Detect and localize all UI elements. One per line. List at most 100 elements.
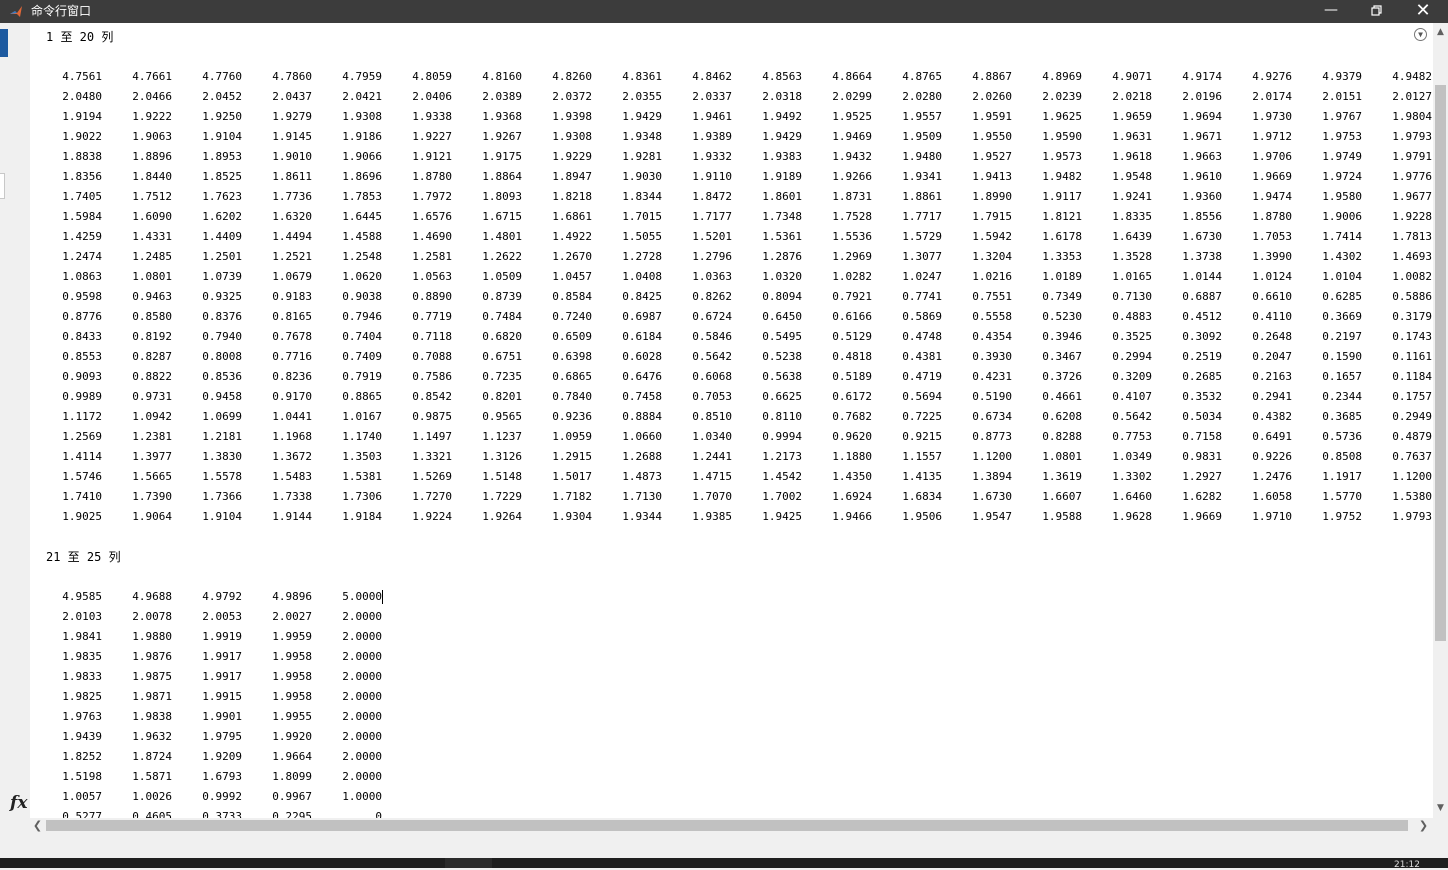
matrix-cell: 1.9227 [412, 130, 452, 143]
matrix-cell: 2.0000 [342, 690, 382, 703]
matrix-cell: 1.5201 [692, 230, 732, 243]
matrix-cell: 1.9222 [132, 110, 172, 123]
matrix-cell: 4.8059 [412, 70, 452, 83]
matrix-cell: 1.6715 [482, 210, 522, 223]
fx-icon[interactable]: fx [10, 793, 27, 813]
matrix-cell: 0.5846 [692, 330, 732, 343]
matrix-cell: 1.9385 [692, 510, 732, 523]
title-bar: 命令行窗口 — ✕ [0, 0, 1448, 23]
collapse-menu-icon[interactable]: ▼ [1414, 28, 1427, 41]
matrix-cell: 2.0000 [342, 710, 382, 723]
matrix-cell: 1.0349 [1112, 450, 1152, 463]
matrix-cell: 1.0104 [1322, 270, 1362, 283]
matrix-cell: 1.9492 [762, 110, 802, 123]
matrix-cell: 0.5558 [972, 310, 1012, 323]
matrix-cell: 1.2796 [692, 250, 732, 263]
matrix-cell: 1.9338 [412, 110, 452, 123]
matrix-cell: 0.6820 [482, 330, 522, 343]
matrix-cell: 1.0216 [972, 270, 1012, 283]
matrix-cell: 1.9266 [832, 170, 872, 183]
matrix-cell: 1.0441 [272, 410, 312, 423]
matrix-cell: 1.7915 [972, 210, 1012, 223]
restore-button[interactable] [1354, 0, 1400, 23]
matrix-cell: 1.5148 [482, 470, 522, 483]
matrix-cell: 0.5189 [832, 370, 872, 383]
matrix-cell: 0.2949 [1392, 410, 1432, 423]
scrollbar-corner [1433, 818, 1448, 833]
matrix-cell: 4.9276 [1252, 70, 1292, 83]
matrix-cell: 0.2519 [1182, 350, 1222, 363]
matrix-cell: 1.9480 [902, 150, 942, 163]
matrix-cell: 1.4409 [202, 230, 242, 243]
matrix-cell: 1.9332 [692, 150, 732, 163]
scroll-down-icon[interactable]: ▼ [1433, 803, 1448, 813]
matrix-cell: 1.7130 [622, 490, 662, 503]
horizontal-scrollbar[interactable]: ❮ ❯ [30, 818, 1433, 833]
matrix-cell: 1.3353 [1042, 250, 1082, 263]
matrix-cell: 1.3738 [1182, 250, 1222, 263]
matrix-cell: 0.6751 [482, 350, 522, 363]
matrix-cell: 0.3532 [1182, 390, 1222, 403]
matrix-cell: 1.4715 [692, 470, 732, 483]
matrix-cell: 1.9825 [62, 690, 102, 703]
matrix-cell: 1.3321 [412, 450, 452, 463]
matrix-cell: 1.9264 [482, 510, 522, 523]
matrix-cell: 1.7338 [272, 490, 312, 503]
vertical-scrollbar[interactable]: ▲ ▼ [1433, 23, 1448, 818]
matrix-cell: 1.9398 [552, 110, 592, 123]
matrix-cell: 1.8601 [762, 190, 802, 203]
matrix-cell: 1.7053 [1252, 230, 1292, 243]
matrix-cell: 1.9618 [1112, 150, 1152, 163]
matrix-cell: 1.0563 [412, 270, 452, 283]
panel-tab-indicator[interactable] [0, 29, 8, 57]
matrix-cell: 1.8731 [832, 190, 872, 203]
matrix-cell: 0.5238 [762, 350, 802, 363]
matrix-cell: 1.5984 [62, 210, 102, 223]
close-button[interactable]: ✕ [1400, 0, 1446, 23]
matrix-cell: 1.0247 [902, 270, 942, 283]
matrix-cell: 0.7921 [832, 290, 872, 303]
matrix-cell: 1.1917 [1322, 470, 1362, 483]
matrix-cell: 1.5729 [902, 230, 942, 243]
matrix-cell: 1.7410 [62, 490, 102, 503]
matrix-cell: 0.9992 [202, 790, 242, 803]
matrix-cell: 1.8252 [62, 750, 102, 763]
matrix-cell: 2.0299 [832, 90, 872, 103]
scroll-up-icon[interactable]: ▲ [1433, 27, 1448, 37]
scroll-right-icon[interactable]: ❯ [1416, 818, 1431, 833]
matrix-cell: 1.3672 [272, 450, 312, 463]
matrix-cell: 1.9776 [1392, 170, 1432, 183]
matrix-cell: 1.9590 [1042, 130, 1082, 143]
matrix-cell: 1.8780 [1252, 210, 1292, 223]
matrix-cell: 1.9279 [272, 110, 312, 123]
matrix-cell: 0.7940 [202, 330, 242, 343]
matrix-cell: 0.4107 [1112, 390, 1152, 403]
matrix-cell: 1.5942 [972, 230, 1012, 243]
matrix-cell: 1.9145 [272, 130, 312, 143]
matrix-cell: 1.9871 [132, 690, 172, 703]
matrix-cell: 1.5017 [552, 470, 592, 483]
matrix-cell: 2.0000 [342, 770, 382, 783]
vertical-scroll-thumb[interactable] [1435, 85, 1446, 641]
matrix-cell: 0.8865 [342, 390, 382, 403]
matrix-cell: 1.9189 [762, 170, 802, 183]
scroll-left-icon[interactable]: ❮ [30, 818, 45, 833]
matrix-cell: 1.0801 [1042, 450, 1082, 463]
matrix-cell: 0.6734 [972, 410, 1012, 423]
matrix-cell: 5.0000 [342, 590, 382, 603]
matrix-cell: 1.3077 [902, 250, 942, 263]
minimize-button[interactable]: — [1308, 0, 1354, 23]
matrix-cell: 0.8192 [132, 330, 172, 343]
command-window[interactable]: ▼ 1 至 20 列 4.7561 4.7661 4.7760 4.7860 4.7959… [30, 23, 1433, 818]
matrix-cell: 1.9010 [272, 150, 312, 163]
matrix-cell: 1.2670 [552, 250, 592, 263]
matrix-cell: 0.8553 [62, 350, 102, 363]
taskbar-item[interactable] [445, 858, 492, 868]
matrix-cell: 1.7366 [202, 490, 242, 503]
horizontal-scroll-thumb[interactable] [46, 820, 1408, 831]
matrix-cell: 0.7409 [342, 350, 382, 363]
matrix-cell: 1.9901 [202, 710, 242, 723]
matrix-cell: 0.6184 [622, 330, 662, 343]
matrix-cell: 0.9215 [902, 430, 942, 443]
matrix-cell: 1.4494 [272, 230, 312, 243]
